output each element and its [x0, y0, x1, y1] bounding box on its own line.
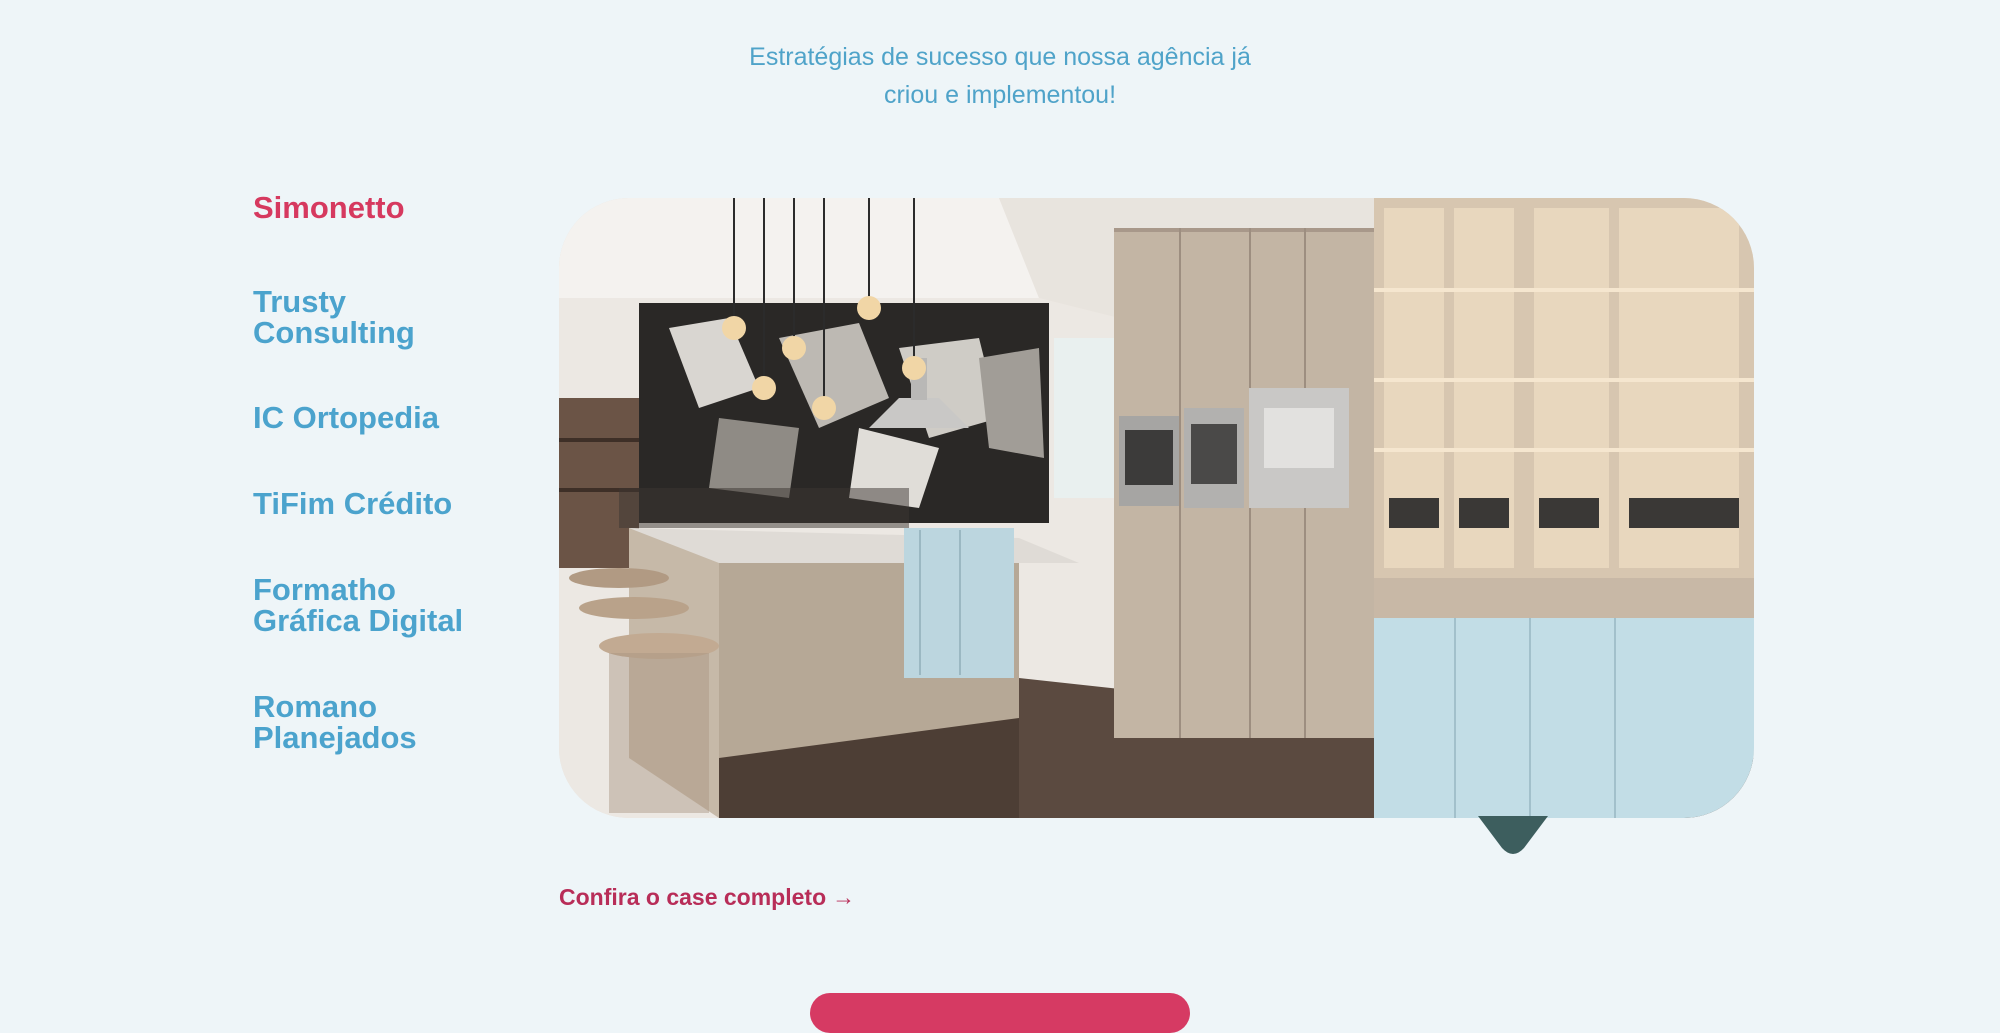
case-label: Romano — [253, 689, 377, 724]
subtitle-line-1: Estratégias de sucesso que nossa agência… — [749, 43, 1251, 71]
case-item-simonetto[interactable]: Simonetto — [253, 192, 523, 223]
case-label: IC Ortopedia — [253, 400, 440, 435]
case-label-line-2: Planejados — [253, 720, 417, 755]
case-image — [559, 198, 1754, 818]
case-item-tifim-credito[interactable]: TiFim Crédito — [253, 488, 523, 519]
case-item-formatho[interactable]: Formatho Gráfica Digital — [253, 574, 523, 636]
case-label-line-2: Consulting — [253, 315, 415, 350]
case-label: TiFim Crédito — [253, 486, 453, 521]
cta-label: Confira o case completo — [559, 884, 827, 910]
case-label-line-2: Gráfica Digital — [253, 603, 464, 638]
case-label: Trusty — [253, 284, 347, 319]
subtitle-line-2: criou e implementou! — [883, 81, 1117, 109]
view-full-case-link[interactable]: Confira o case completo → — [559, 884, 855, 911]
case-item-trusty-consulting[interactable]: Trusty Consulting — [253, 286, 523, 348]
arrow-right-icon: → — [832, 884, 856, 910]
case-label: Formatho — [253, 572, 396, 607]
section-subtitle: Estratégias de sucesso que nossa agência… — [0, 38, 2000, 114]
bottom-cta-button[interactable] — [810, 993, 1190, 1033]
case-item-ic-ortopedia[interactable]: IC Ortopedia — [253, 402, 523, 433]
case-item-romano-planejados[interactable]: Romano Planejados — [253, 691, 523, 753]
case-label: Simonetto — [253, 190, 405, 225]
